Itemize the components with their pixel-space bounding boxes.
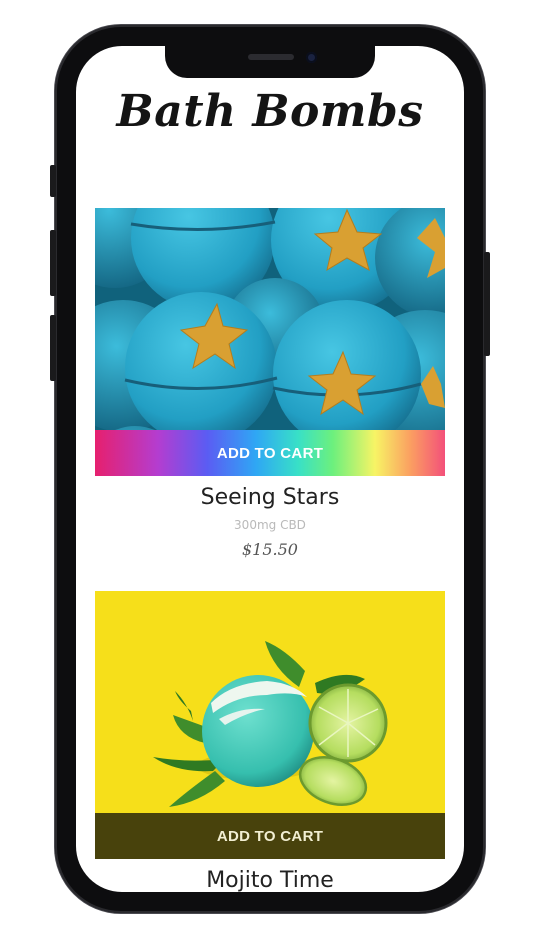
phone-screen: Bath Bombs ADD TO CART Seeing Stars 300m… — [76, 46, 464, 892]
phone-notch — [165, 42, 375, 78]
product-name[interactable]: Seeing Stars — [95, 485, 445, 510]
product-name[interactable]: Mojito Time — [95, 868, 445, 892]
product-image[interactable]: ADD TO CART — [95, 591, 445, 859]
product-description: 300mg CBD — [234, 518, 306, 532]
silent-switch — [50, 165, 56, 197]
add-to-cart-button[interactable]: ADD TO CART — [95, 813, 445, 859]
volume-down-button — [50, 315, 56, 381]
volume-up-button — [50, 230, 56, 296]
speaker-grille — [248, 54, 294, 60]
product-price: $15.50 — [242, 540, 298, 559]
product-card[interactable]: ADD TO CART Seeing Stars 300mg CBD $15.5… — [95, 208, 445, 559]
power-button — [484, 252, 490, 356]
front-camera-icon — [306, 52, 317, 63]
page-title: Bath Bombs — [116, 86, 424, 137]
product-card[interactable]: ADD TO CART Mojito Time — [95, 591, 445, 892]
product-image[interactable]: ADD TO CART — [95, 208, 445, 476]
add-to-cart-button[interactable]: ADD TO CART — [95, 430, 445, 476]
